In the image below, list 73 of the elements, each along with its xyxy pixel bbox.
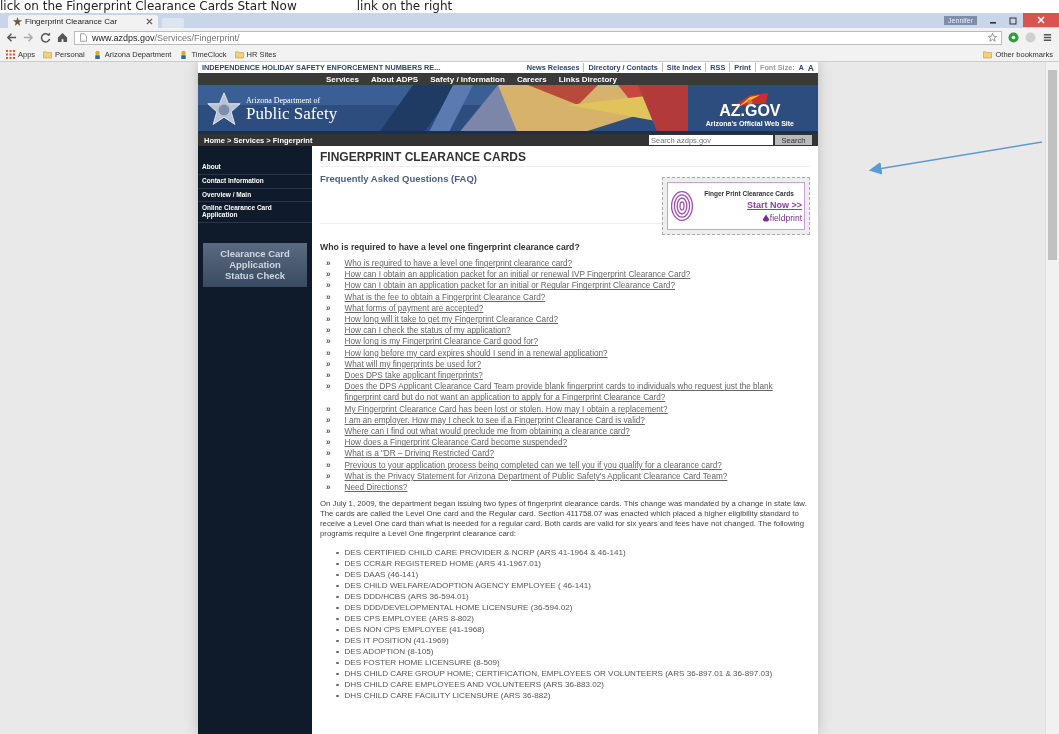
- bullet-mark: »: [326, 291, 331, 303]
- faq-link[interactable]: How can I check the status of my application?: [344, 325, 511, 337]
- faq-link[interactable]: How long is my Fingerprint Clearance Card good for?: [344, 336, 538, 348]
- faq-link[interactable]: Does DPS take applicant fingerprints?: [344, 370, 483, 382]
- bullet-mark: »: [326, 347, 331, 359]
- bullet-mark: »: [326, 336, 331, 348]
- program-item: DES DDD/DEVELOPMENTAL HOME LICENSURE (36-594.02): [344, 602, 573, 614]
- bullet-mark: »: [326, 358, 331, 371]
- program-item: DES CPS EMPLOYEE (ARS 8-802): [344, 613, 475, 625]
- nav-link[interactable]: Services: [326, 74, 359, 84]
- faq-link[interactable]: Previous to your application process being completed can we tell you if you qualify for a clearance card?: [344, 459, 722, 471]
- bullet-mark: »: [326, 426, 331, 438]
- program-item: DES CCR&R REGISTERED HOME (ARS 41-1967.01): [344, 558, 542, 570]
- faq-link[interactable]: What will my fingerprints be used for?: [344, 358, 482, 371]
- start-now-link[interactable]: Start Now >>: [747, 199, 802, 210]
- faq-link[interactable]: How does a Fingerprint Clearance Card become suspended?: [344, 437, 568, 449]
- bullet-mark: »: [326, 381, 331, 394]
- font-large-link[interactable]: A: [807, 62, 814, 73]
- program-item: DES CERTIFIED CHILD CARE PROVIDER & NCRP (ARS 41-1964 & 46-141): [344, 547, 626, 559]
- faq-link[interactable]: How long before my card expires should I send in a renewal application?: [344, 347, 608, 359]
- question-heading: Who is required to have a level one fingerprint clearance card?: [320, 242, 581, 252]
- bullet-mark: »: [326, 280, 331, 292]
- bullet-mark: »: [326, 258, 331, 270]
- faq-link[interactable]: How can I obtain an application packet for an initial or Regular Fingerprint Clearance Card?: [344, 280, 675, 292]
- bullet-mark: »: [326, 437, 331, 449]
- faq-link[interactable]: My Fingerprint Clearance Card has been lost or stolen. How may I obtain a replacement?: [344, 403, 668, 415]
- faq-link[interactable]: Where can I find out what would preclude me from obtaining a clearance card?: [344, 426, 630, 438]
- bullet-mark: »: [326, 325, 331, 337]
- program-item: DES CHILD WELFARE/ADOPTION AGENCY EMPLOYEE ( 46-141): [344, 580, 591, 592]
- address-field[interactable]: www.azdps.gov/Services/Fingerprint/: [74, 30, 1002, 45]
- page-title: FINGERPRINT CLEARANCE CARDS: [320, 150, 810, 167]
- faq-link[interactable]: Does the DPS Applicant Clearance Card Team provide blank fingerprint cards to individuals who request just the blank fingerprint card but do not want an application to apply for a Fingerprint Clearance Card?: [344, 381, 810, 404]
- nav-link[interactable]: Careers: [516, 74, 547, 84]
- bullet-mark: »: [326, 448, 331, 460]
- bullet-mark: »: [326, 370, 331, 382]
- bullet-mark: »: [326, 414, 331, 427]
- faq-link[interactable]: What is a "DR – Driving Restricted Card?: [344, 448, 494, 460]
- brand-logo-text: fieldprint: [769, 212, 802, 223]
- faq-link[interactable]: How long will it take to get my Fingerprint Clearance Card?: [344, 314, 558, 326]
- program-item: DES IT POSITION (41-1969): [344, 635, 449, 647]
- program-item: DES ADOPTION (8-105): [344, 646, 434, 658]
- section-heading: Frequently Asked Questions (FAQ): [320, 173, 477, 186]
- bullet-mark: »: [326, 459, 331, 471]
- faq-link[interactable]: Who is required to have a level one fingerprint clearance card?: [344, 258, 573, 270]
- program-item: DHS CHILD CARE EMPLOYEES AND VOLUNTEERS (ARS 36-883.02): [344, 679, 605, 691]
- program-item: DHS CHILD CARE GROUP HOME; CERTIFICATION, EMPLOYEES OR VOLUNTEERS (ARS 36-897.01 & 36-897.03): [344, 668, 773, 680]
- bullet-mark: »: [326, 482, 331, 494]
- faq-link[interactable]: What forms of payment are accepted?: [344, 302, 484, 314]
- caption-text: link on the right: [356, 0, 453, 13]
- program-item: DES FOSTER HOME LICENSURE (8-509): [344, 657, 500, 669]
- program-item: DES DAAS (46-141): [344, 569, 419, 581]
- faq-link[interactable]: What is the fee to obtain a Fingerprint Clearance Card?: [344, 291, 546, 303]
- program-item: DES NON CPS EMPLOYEE (41-1968): [344, 624, 485, 636]
- bullet-mark: »: [326, 269, 331, 281]
- program-item: DES DDD/HCBS (ARS 36-594.01): [344, 591, 469, 603]
- faq-link[interactable]: I am an employer. How may I check to see if a Fingerprint Clearance Card is valid?: [344, 414, 645, 427]
- caption-text: lick on the Fingerprint Clearance Cards Start Now: [0, 0, 297, 13]
- program-item: DHS CHILD CARE FACILITY LICENSURE (ARS 36-882): [344, 690, 551, 702]
- nav-link[interactable]: About ADPS: [370, 74, 419, 84]
- nav-link[interactable]: Links Directory: [558, 74, 617, 84]
- logo-text: Arizona Department of: [246, 97, 322, 105]
- faq-link[interactable]: How can I obtain an application packet for an initial or renewal IVP Fingerprint Clearance Card?: [344, 269, 691, 281]
- bullet-mark: »: [326, 470, 331, 483]
- bullet-mark: »: [326, 302, 331, 314]
- logo-text: Public Safety: [246, 105, 338, 122]
- status-check-button[interactable]: Clearance Card Application Status Check: [203, 243, 307, 288]
- azgov-logo-text: AZ.GOV: [719, 102, 781, 119]
- faq-link[interactable]: Need Directions?: [344, 482, 408, 494]
- bullet-mark: »: [326, 403, 331, 415]
- nav-link[interactable]: Safety / Information: [430, 74, 505, 84]
- browser-tab[interactable]: Fingerprint Clearance Car: [8, 15, 158, 28]
- bullet-mark: »: [326, 314, 331, 326]
- faq-link[interactable]: What is the Privacy Statement for Arizona Department of Public Safety's Applicant Clearance Card Team?: [344, 470, 728, 483]
